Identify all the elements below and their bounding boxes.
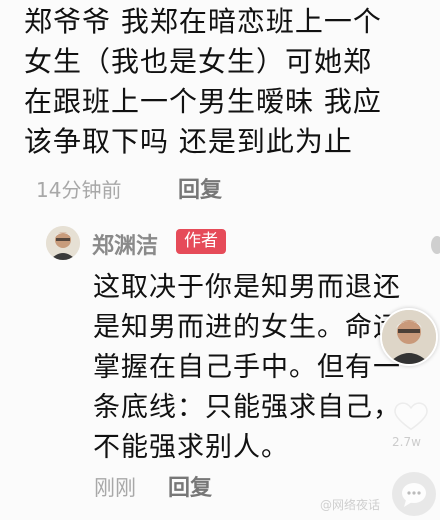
author-reply-text: 这取决于你是知男而退还 是知男而进的女生。命运 掌握在自己手中。但有一 条底线：… [93, 272, 401, 463]
author-reply-button[interactable]: 回复 [168, 470, 212, 502]
comment-time: 14分钟前 [36, 178, 122, 202]
author-name[interactable]: 郑渊洁 [92, 228, 158, 260]
comment-bubble-button[interactable] [392, 472, 436, 516]
watermark: @网络夜话 [320, 498, 381, 512]
comment-text: 郑爷爷 我郑在暗恋班上一个 女生（我也是女生）可她郑 在跟班上一个男生暧昧 我应… [24, 5, 382, 158]
comment-reply-button[interactable]: 回复 [178, 172, 222, 204]
side-handle[interactable] [431, 236, 440, 254]
like-count: 2.7w [392, 435, 421, 449]
author-avatar-icon [46, 226, 80, 260]
author-avatar[interactable] [46, 226, 80, 260]
chat-bubble-icon [402, 483, 426, 507]
author-badge: 作者 [176, 229, 226, 254]
creator-avatar-icon [382, 310, 436, 364]
like-icon[interactable] [392, 396, 430, 434]
author-reply-time: 刚刚 [94, 476, 136, 500]
creator-avatar-button[interactable] [380, 308, 438, 366]
